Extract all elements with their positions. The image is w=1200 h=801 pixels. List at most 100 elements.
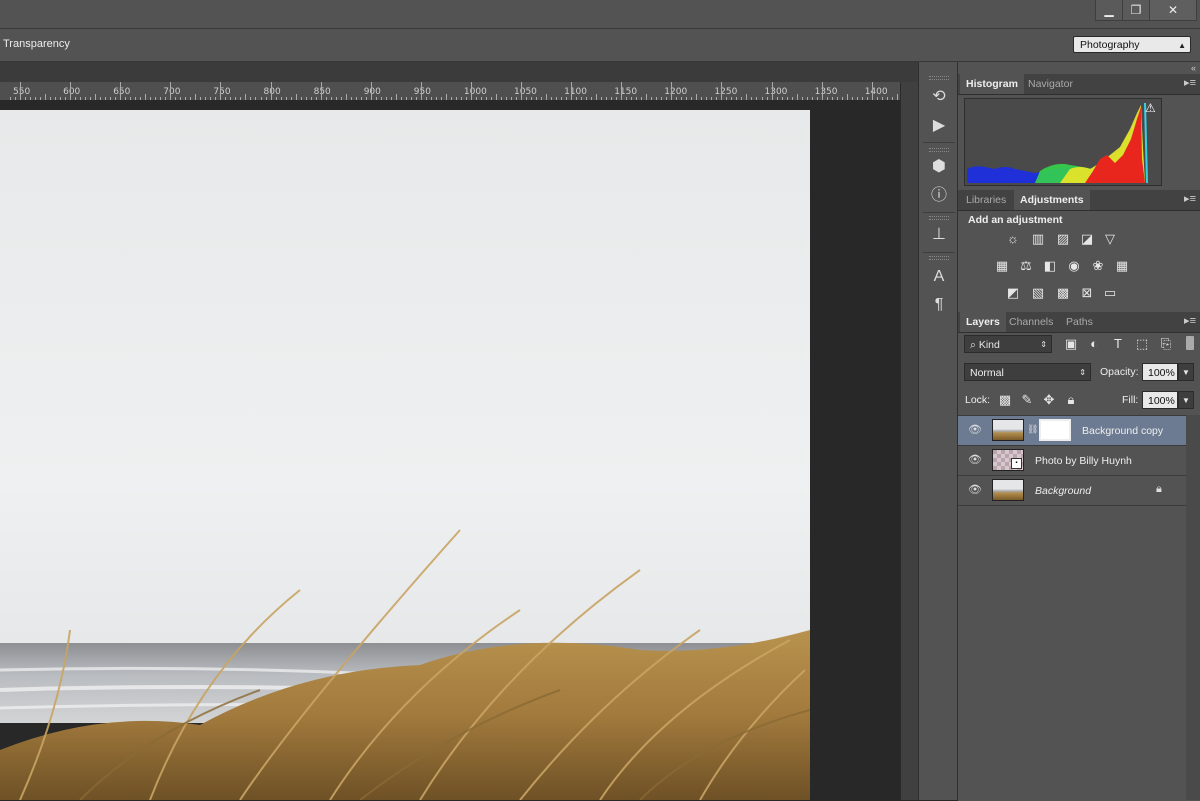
restore-button[interactable]: ❐ (1122, 0, 1150, 21)
layer-row-background[interactable]: 👁︎ Background 🔒︎ (958, 476, 1186, 506)
layer-thumbnail (992, 419, 1024, 441)
strip-grip[interactable] (929, 256, 949, 260)
fill-label: Fill: (1122, 394, 1139, 406)
filter-shape-icon[interactable]: ⬚ (1133, 336, 1151, 352)
posterize-icon[interactable]: ▧ (1029, 285, 1047, 301)
character-icon[interactable]: A (925, 266, 953, 288)
lock-all-icon[interactable]: 🔒︎ (1062, 392, 1080, 408)
layer-lock-icon: 🔒︎ (1156, 483, 1162, 495)
tab-channels[interactable]: Channels (1003, 312, 1059, 332)
visibility-eye-icon[interactable]: 👁︎ (968, 484, 982, 496)
layer-name[interactable]: Background (1035, 485, 1091, 497)
3d-icon[interactable]: ⬢ (925, 156, 953, 178)
hue-saturation-icon[interactable]: ▦ (993, 258, 1011, 274)
ruler-label: 900 (363, 87, 381, 97)
tab-adjustments[interactable]: Adjustments (1014, 190, 1090, 210)
levels-icon[interactable]: ▥ (1029, 231, 1047, 247)
ruler-label: 1150 (614, 87, 638, 97)
lock-transparent-icon[interactable]: ▩ (996, 392, 1014, 408)
filter-pixel-icon[interactable]: ▣ (1062, 336, 1080, 352)
color-balance-icon[interactable]: ⚖ (1017, 258, 1035, 274)
blend-mode-select[interactable]: Normal ⇕ (964, 363, 1091, 381)
ruler-label: 1250 (714, 87, 738, 97)
lock-position-icon[interactable]: ✥ (1040, 392, 1058, 408)
filter-toggle-switch[interactable] (1186, 336, 1194, 350)
threshold-icon[interactable]: ▩ (1054, 285, 1072, 301)
actions-play-icon[interactable]: ▶ (925, 115, 953, 137)
layer-name[interactable]: Background copy (1082, 425, 1163, 437)
filter-adjustment-icon[interactable]: ◐ (1085, 336, 1103, 352)
minimize-button[interactable]: ▁ (1095, 0, 1123, 21)
tab-histogram[interactable]: Histogram (960, 74, 1024, 94)
ruler-label: 1350 (814, 87, 838, 97)
ruler-label: 1000 (463, 87, 487, 97)
options-bar: Transparency (0, 29, 1200, 62)
ruler-tick (320, 82, 322, 100)
layer-name[interactable]: Photo by Billy Huynh (1035, 455, 1132, 467)
document-image[interactable] (0, 110, 810, 800)
layer-mask-thumbnail[interactable] (1039, 419, 1071, 441)
right-panel-dock: « Histogram Navigator ▸≡ ⚠ Libraries Adj… (958, 62, 1200, 801)
paragraph-icon[interactable]: ¶ (925, 294, 953, 316)
opacity-input[interactable]: 100% (1142, 363, 1178, 381)
title-bar (0, 0, 1200, 29)
channel-mixer-icon[interactable]: ❀ (1089, 258, 1107, 274)
layers-scrollbar[interactable] (1186, 415, 1200, 800)
ruler-label: 1300 (764, 87, 788, 97)
visibility-eye-icon[interactable]: 👁︎ (968, 454, 982, 466)
exposure-icon[interactable]: ◪ (1078, 231, 1096, 247)
strip-grip[interactable] (929, 216, 949, 220)
layer-list: 👁︎ ⛓ Background copy 👁︎ ▪ Photo by Billy… (958, 415, 1200, 801)
selective-color-icon[interactable]: ⊠ (1078, 285, 1096, 301)
panel-menu-icon[interactable]: ▸≡ (1184, 192, 1196, 205)
warning-icon[interactable]: ⚠ (1145, 101, 1156, 115)
vibrance-icon[interactable]: ▽ (1101, 231, 1119, 247)
history-icon[interactable]: ⟲ (925, 86, 953, 108)
filter-smart-object-icon[interactable]: ⎘ (1157, 336, 1175, 352)
up-down-arrow-icon: ▲ (1178, 41, 1186, 50)
info-icon[interactable]: ⓘ (925, 185, 953, 207)
adjustments-panel-header: Libraries Adjustments ▸≡ (958, 190, 1200, 211)
curves-icon[interactable]: ▨ (1054, 231, 1072, 247)
filter-type-icon[interactable]: T (1109, 336, 1127, 352)
tab-layers[interactable]: Layers (960, 312, 1006, 332)
clone-source-icon[interactable]: ⊥ (925, 224, 953, 246)
ruler-label: 700 (163, 87, 181, 97)
ruler-tick (671, 82, 673, 100)
panel-menu-icon[interactable]: ▸≡ (1184, 76, 1196, 89)
panel-menu-icon[interactable]: ▸≡ (1184, 314, 1196, 327)
ruler-label: 850 (313, 87, 331, 97)
black-white-icon[interactable]: ◧ (1041, 258, 1059, 274)
filter-kind-value: Kind (978, 339, 1000, 351)
color-lookup-icon[interactable]: ▦ (1113, 258, 1131, 274)
up-down-arrow-icon: ⇕ (1040, 340, 1047, 349)
brightness-contrast-icon[interactable]: ☼ (1004, 231, 1022, 247)
horizontal-ruler: 550 600 650 700 750 800 850 900 950 1000 1050 1100 1… (0, 82, 900, 101)
ruler-tick (621, 82, 623, 100)
tab-navigator[interactable]: Navigator (1022, 74, 1079, 94)
strip-grip[interactable] (929, 76, 949, 80)
transparency-option-label[interactable]: Transparency (3, 38, 70, 50)
invert-icon[interactable]: ◩ (1004, 285, 1022, 301)
layer-row-photo-by-billy-huynh[interactable]: 👁︎ ▪ Photo by Billy Huynh (958, 446, 1186, 476)
visibility-eye-icon[interactable]: 👁︎ (968, 424, 982, 436)
collapse-panels-icon[interactable]: « (1191, 63, 1196, 73)
layer-row-background-copy[interactable]: 👁︎ ⛓ Background copy (958, 416, 1186, 446)
vertical-scrollbar[interactable] (900, 82, 919, 800)
strip-grip[interactable] (929, 148, 949, 152)
ruler-label: 1050 (514, 87, 537, 97)
ruler-tick (270, 82, 272, 100)
link-icon[interactable]: ⛓ (1027, 424, 1038, 435)
fill-input[interactable]: 100% (1142, 391, 1178, 409)
workspace-switcher[interactable]: Photography ▲ (1073, 36, 1191, 53)
close-button[interactable]: ✕ (1149, 0, 1197, 21)
lock-image-icon[interactable]: ✎ (1018, 392, 1036, 408)
tab-paths[interactable]: Paths (1060, 312, 1099, 332)
tab-libraries[interactable]: Libraries (960, 190, 1012, 210)
photo-filter-icon[interactable]: ◉ (1065, 258, 1083, 274)
fill-dropdown-button[interactable]: ▼ (1178, 391, 1194, 409)
ruler-label: 750 (213, 87, 231, 97)
layer-filter-kind-select[interactable]: ⌕ Kind ⇕ (964, 335, 1052, 353)
gradient-map-icon[interactable]: ▭ (1101, 285, 1119, 301)
opacity-dropdown-button[interactable]: ▼ (1178, 363, 1194, 381)
